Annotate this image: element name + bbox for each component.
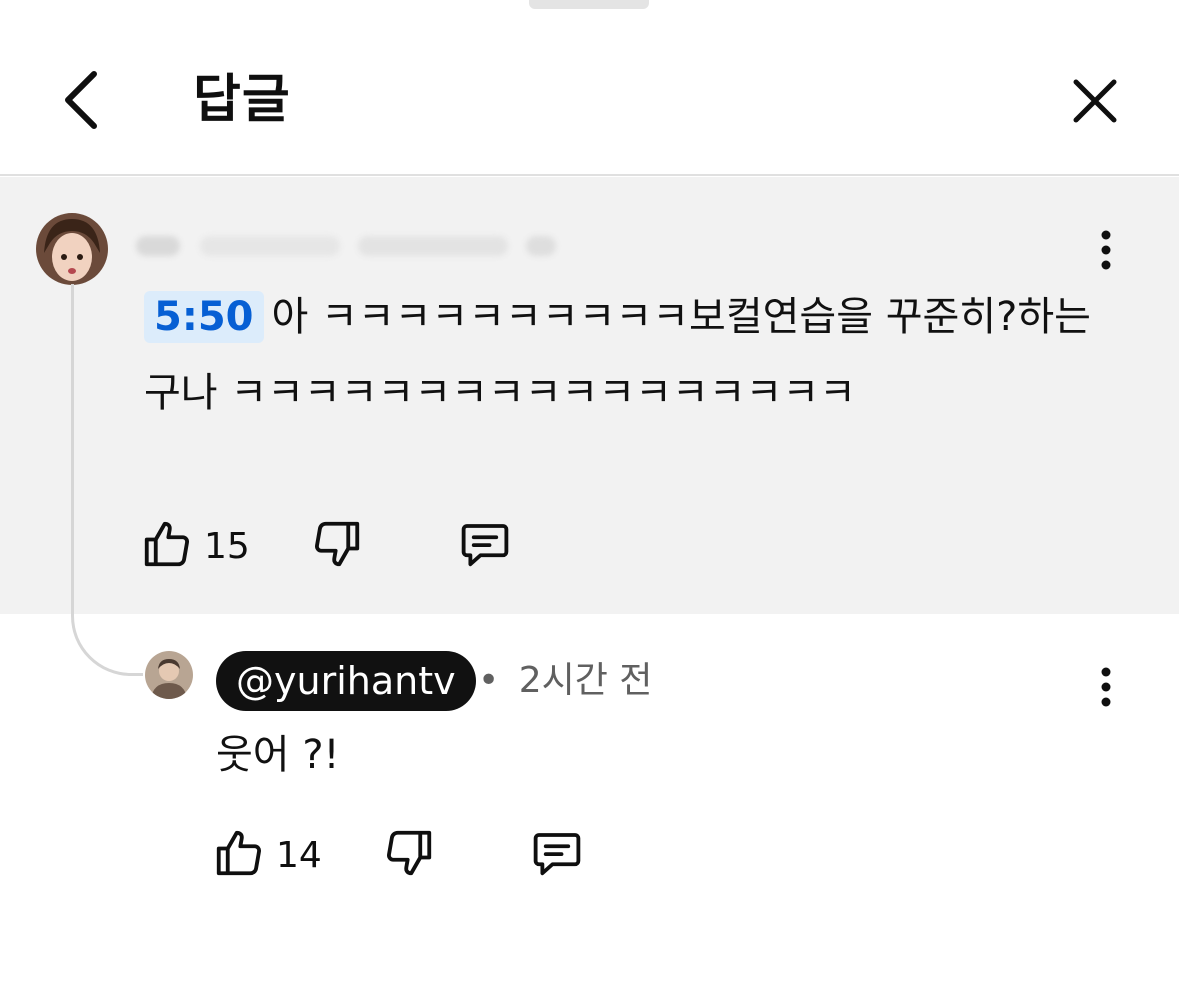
chevron-left-icon: [65, 71, 97, 129]
comment-body: 5:50 아 ㅋㅋㅋㅋㅋㅋㅋㅋㅋㅋ보컬연습을 꾸준히?하는구나 ㅋㅋㅋㅋㅋㅋㅋㅋㅋ…: [144, 279, 1104, 431]
timestamp-link[interactable]: 5:50: [144, 291, 264, 343]
reply-like-count: 14: [276, 835, 322, 876]
comment-more-button[interactable]: [1086, 227, 1126, 273]
comment-actions: 15: [140, 517, 540, 577]
more-vert-icon: [1101, 667, 1111, 707]
replies-header: 답글: [0, 0, 1179, 176]
back-button[interactable]: [50, 64, 114, 136]
thumbs-up-icon: [144, 521, 189, 567]
commenter-avatar[interactable]: [36, 213, 108, 285]
thumbs-up-icon: [216, 830, 261, 876]
dislike-button[interactable]: [310, 517, 364, 575]
thumbs-down-icon: [315, 521, 360, 567]
meta-separator: •: [478, 660, 500, 701]
close-button[interactable]: [1060, 66, 1130, 136]
comment-icon: [533, 833, 581, 876]
close-icon: [1073, 79, 1117, 123]
like-button[interactable]: [140, 517, 194, 575]
reply-reply-button[interactable]: [530, 826, 584, 884]
comment-text: 아 ㅋㅋㅋㅋㅋㅋㅋㅋㅋㅋ보컬연습을 꾸준히?하는구나 ㅋㅋㅋㅋㅋㅋㅋㅋㅋㅋㅋㅋㅋ…: [144, 294, 1091, 416]
reply-actions: 14: [212, 826, 612, 886]
thread-connector-line: [71, 284, 143, 676]
more-vert-icon: [1101, 230, 1111, 270]
reply-dislike-button[interactable]: [382, 826, 436, 884]
comment-icon: [461, 524, 509, 567]
reply-body: 웃어 ?!: [216, 732, 340, 778]
parent-comment: 5:50 아 ㅋㅋㅋㅋㅋㅋㅋㅋㅋㅋ보컬연습을 꾸준히?하는구나 ㅋㅋㅋㅋㅋㅋㅋㅋㅋ…: [0, 177, 1179, 614]
reply-button[interactable]: [458, 517, 512, 575]
reply-author-avatar[interactable]: [145, 651, 193, 699]
commenter-name-blurred: [136, 232, 566, 262]
reply-author-handle[interactable]: @yurihantv: [216, 651, 476, 711]
like-count: 15: [204, 526, 250, 567]
reply-like-button[interactable]: [212, 826, 266, 884]
page-title: 답글: [193, 70, 291, 130]
thumbs-down-icon: [387, 830, 432, 876]
reply-meta: • 2시간 전: [478, 658, 652, 704]
reply-time: 2시간 전: [518, 660, 653, 701]
reply-more-button[interactable]: [1086, 664, 1126, 710]
